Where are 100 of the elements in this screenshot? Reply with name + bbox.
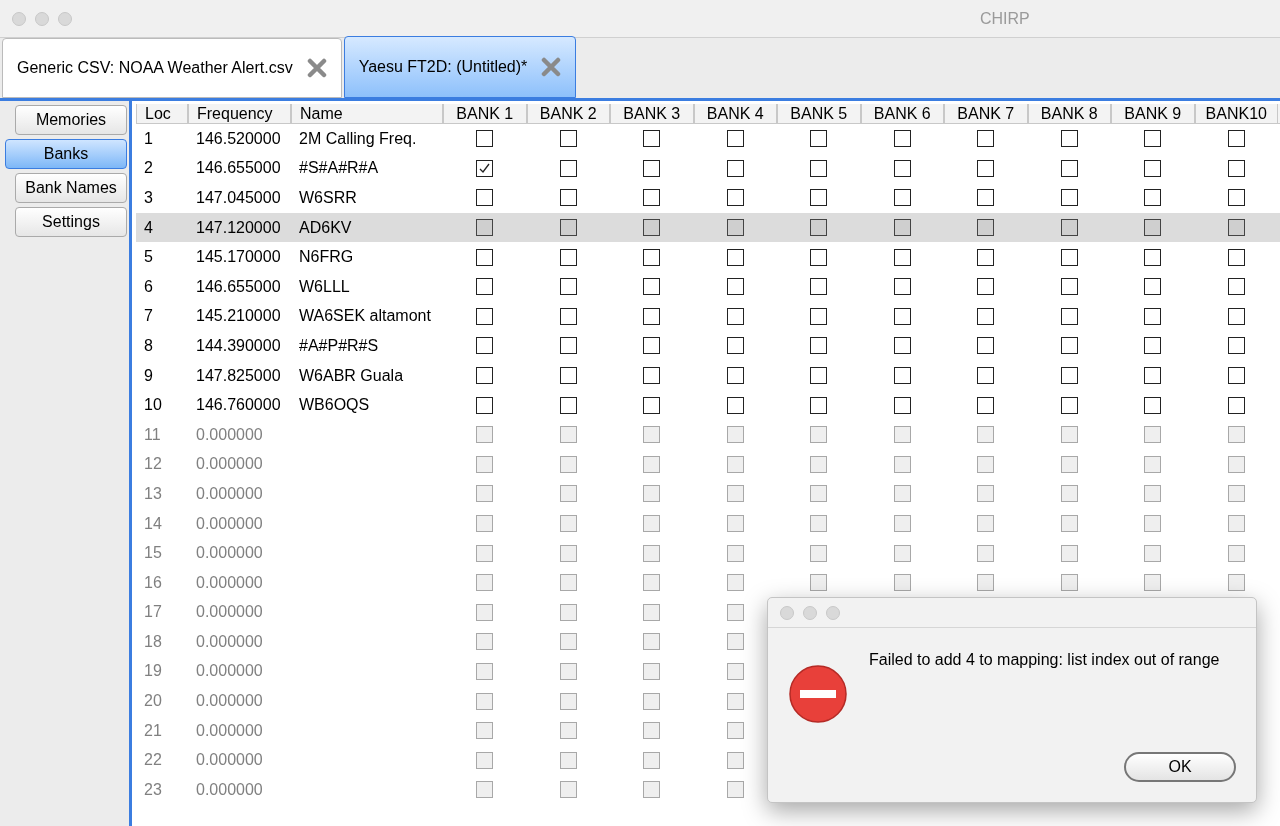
checkbox[interactable] (559, 396, 577, 414)
checkbox[interactable] (1144, 278, 1162, 296)
checkbox[interactable] (893, 396, 911, 414)
checkbox[interactable] (977, 159, 995, 177)
tab[interactable]: Yaesu FT2D: (Untitled)* (343, 36, 577, 98)
checkbox[interactable] (977, 248, 995, 266)
checkbox[interactable] (1144, 396, 1162, 414)
checkbox[interactable] (1144, 189, 1162, 207)
checkbox[interactable] (559, 307, 577, 325)
column-header[interactable]: Frequency (188, 104, 291, 123)
checkbox[interactable] (1144, 307, 1162, 325)
checkbox[interactable] (726, 159, 744, 177)
checkbox[interactable] (643, 219, 661, 237)
checkbox[interactable] (643, 248, 661, 266)
ok-button[interactable]: OK (1124, 752, 1236, 782)
sidebar-item[interactable]: Settings (15, 207, 127, 237)
column-header[interactable]: BANK 7 (944, 104, 1028, 123)
checkbox[interactable] (977, 367, 995, 385)
checkbox[interactable] (559, 189, 577, 207)
checkbox[interactable] (476, 337, 494, 355)
checkbox[interactable] (726, 130, 744, 148)
checkbox[interactable] (1144, 337, 1162, 355)
checkbox[interactable] (810, 130, 828, 148)
checkbox[interactable] (1060, 307, 1078, 325)
checkbox[interactable] (643, 367, 661, 385)
checkbox[interactable] (977, 130, 995, 148)
column-header[interactable]: BANK 3 (610, 104, 694, 123)
checkbox[interactable] (559, 367, 577, 385)
checkbox[interactable] (810, 278, 828, 296)
column-header[interactable]: Loc (136, 104, 188, 123)
checkbox[interactable] (476, 248, 494, 266)
selected-table-row[interactable]: 4 147.120000 AD6KV (136, 212, 1280, 243)
checkbox[interactable] (559, 219, 577, 237)
checkbox[interactable] (476, 189, 494, 207)
checkbox[interactable] (1144, 130, 1162, 148)
checkbox[interactable] (726, 219, 744, 237)
checkbox[interactable] (893, 278, 911, 296)
checkbox[interactable] (893, 189, 911, 207)
checkbox[interactable] (810, 189, 828, 207)
checkbox[interactable] (643, 159, 661, 177)
checkbox[interactable] (893, 219, 911, 237)
checkbox[interactable] (977, 219, 995, 237)
checkbox[interactable] (1144, 367, 1162, 385)
checkbox[interactable] (726, 337, 744, 355)
checkbox[interactable] (643, 130, 661, 148)
checkbox[interactable] (1060, 337, 1078, 355)
column-header[interactable]: BANK 2 (526, 104, 610, 123)
checkbox[interactable] (977, 307, 995, 325)
column-header[interactable]: Name (291, 104, 443, 123)
column-header[interactable]: BANK 9 (1111, 104, 1195, 123)
checkbox[interactable] (810, 219, 828, 237)
checkbox[interactable] (643, 396, 661, 414)
checkbox[interactable] (559, 159, 577, 177)
checkbox[interactable] (893, 367, 911, 385)
checkbox[interactable] (893, 248, 911, 266)
checkbox[interactable] (476, 219, 494, 237)
checkbox[interactable] (1144, 159, 1162, 177)
checkbox[interactable] (810, 307, 828, 325)
checkbox[interactable] (1227, 367, 1245, 385)
checkbox[interactable] (1060, 189, 1078, 207)
checkbox[interactable] (810, 337, 828, 355)
checkbox[interactable] (559, 130, 577, 148)
tab[interactable]: Generic CSV: NOAA Weather Alert.csv (2, 38, 342, 98)
checkbox[interactable] (643, 189, 661, 207)
checkbox[interactable] (1227, 396, 1245, 414)
checkbox[interactable] (977, 396, 995, 414)
column-header[interactable]: BANK 8 (1027, 104, 1111, 123)
checkbox[interactable] (726, 307, 744, 325)
column-header[interactable]: BANK 6 (860, 104, 944, 123)
checkbox[interactable] (1227, 219, 1245, 237)
sidebar-item[interactable]: Memories (15, 105, 127, 135)
checkbox[interactable] (1227, 278, 1245, 296)
checkbox[interactable] (1144, 248, 1162, 266)
checkbox[interactable] (726, 189, 744, 207)
column-header[interactable]: BANK 4 (693, 104, 777, 123)
column-header[interactable]: BANK 5 (777, 104, 861, 123)
sidebar-item[interactable]: Banks (5, 139, 127, 169)
checkbox[interactable] (1060, 396, 1078, 414)
close-icon[interactable] (306, 58, 327, 78)
checkbox[interactable] (1227, 337, 1245, 355)
checkbox[interactable] (893, 337, 911, 355)
checkbox[interactable] (1227, 248, 1245, 266)
checkbox[interactable] (1060, 367, 1078, 385)
checkbox[interactable] (1227, 189, 1245, 207)
column-header[interactable]: BANK 1 (443, 104, 527, 123)
checkbox[interactable] (476, 367, 494, 385)
sidebar-item[interactable]: Bank Names (15, 173, 127, 203)
checkbox[interactable] (893, 130, 911, 148)
checkbox[interactable] (559, 248, 577, 266)
checkbox[interactable] (977, 337, 995, 355)
checkbox[interactable] (726, 367, 744, 385)
checkbox[interactable] (643, 307, 661, 325)
checkbox[interactable] (810, 367, 828, 385)
checkbox[interactable] (726, 278, 744, 296)
checkbox[interactable] (643, 278, 661, 296)
checkbox[interactable] (476, 307, 494, 325)
checkbox[interactable] (1060, 219, 1078, 237)
checkbox[interactable] (559, 337, 577, 355)
checkbox[interactable] (810, 159, 828, 177)
checkbox[interactable] (476, 396, 494, 414)
